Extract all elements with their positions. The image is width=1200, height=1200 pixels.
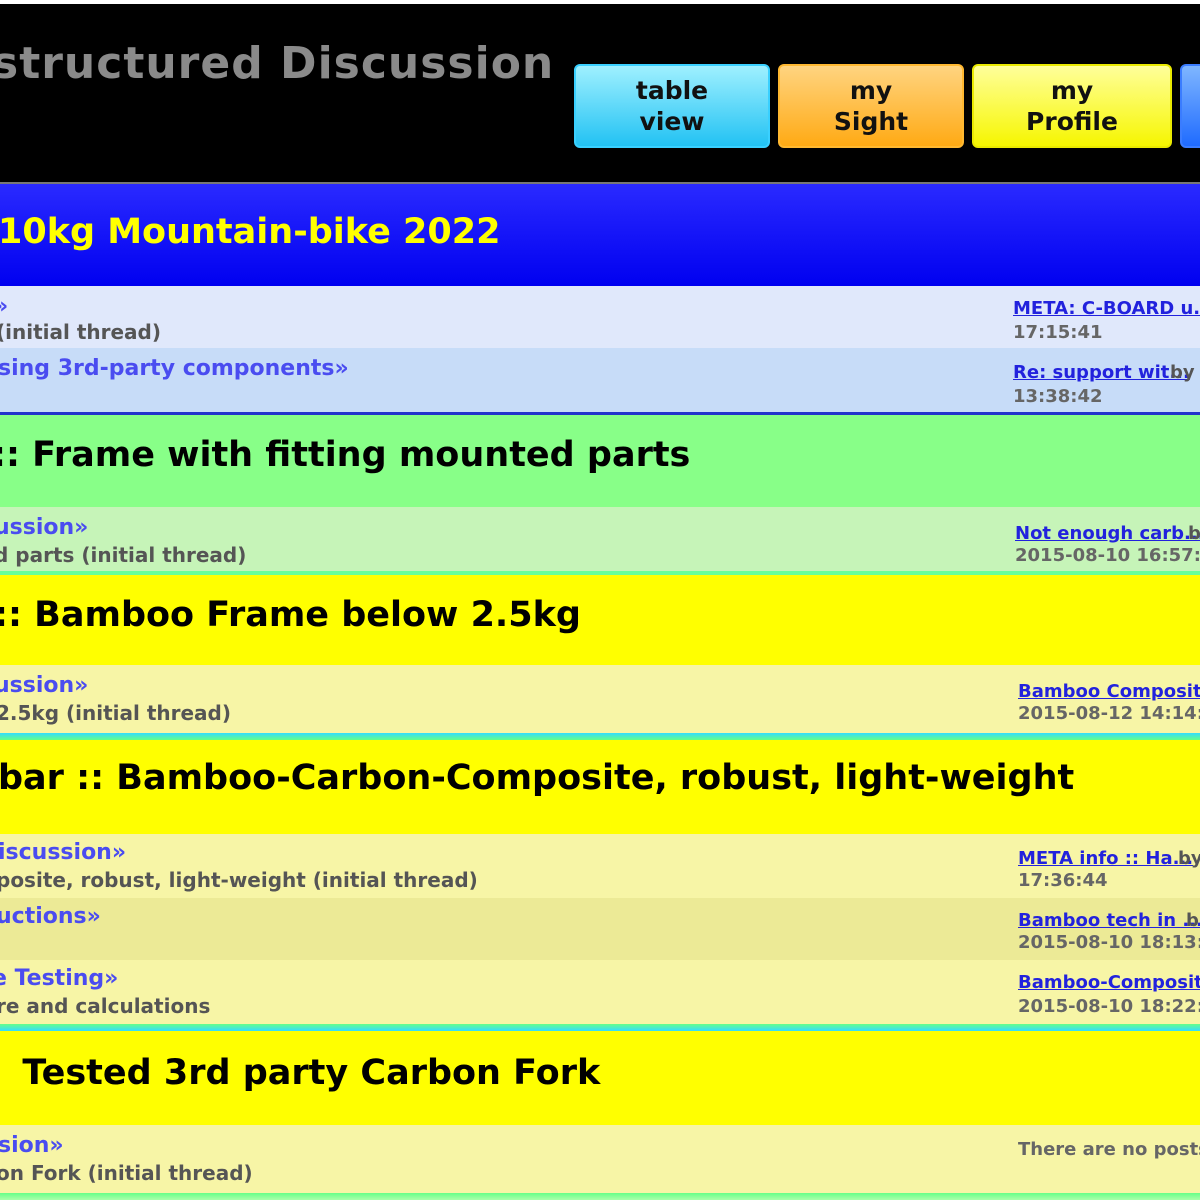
my-sight-button-line1: my <box>849 76 893 105</box>
category-header-bamboo-frame[interactable]: :: Bamboo Frame below 2.5kg <box>0 575 1200 665</box>
last-post-by: by <box>1170 362 1195 383</box>
last-post-time: 2015-08-10 18:22:4 <box>1018 996 1200 1017</box>
last-post-link[interactable]: Bamboo Composit... <box>1018 681 1200 702</box>
last-post-time: 17:36:44 <box>1018 870 1108 891</box>
my-profile-button-line1: my <box>1050 76 1094 105</box>
table-view-button-line2: view <box>639 107 705 136</box>
forum-row[interactable]: ussion» 2.5kg (initial thread) Bamboo Co… <box>0 665 1200 733</box>
category-header-carbon-fork[interactable]: Tested 3rd party Carbon Fork <box>0 1031 1200 1125</box>
category-title: Tested 3rd party Carbon Fork <box>0 1053 601 1093</box>
forum-row[interactable]: sion» on Fork (initial thread) There are… <box>0 1125 1200 1193</box>
last-post-link[interactable]: Not enough carb... <box>1015 523 1200 544</box>
forum-row[interactable]: sing 3rd-party components» Re: support w… <box>0 348 1200 412</box>
last-post-link[interactable]: META info :: Ha... <box>1018 848 1193 869</box>
forum-title-link[interactable]: ussion» <box>0 515 88 540</box>
last-post-link[interactable]: Re: support wit... <box>1013 362 1190 383</box>
forum-row[interactable]: » (initial thread) META: C-BOARD u... 17… <box>0 286 1200 348</box>
last-post-time: 17:15:41 <box>1013 322 1103 343</box>
last-post-by: by <box>1178 848 1200 869</box>
forum-row[interactable]: iscussion» posite, robust, light-weight … <box>0 834 1200 898</box>
forum-title-link[interactable]: ussion» <box>0 673 88 698</box>
category-header-bamboo-carbon-composite[interactable]: bar :: Bamboo-Carbon-Composite, robust, … <box>0 740 1200 834</box>
forum-subtitle: d parts (initial thread) <box>0 543 247 567</box>
my-sight-button-line2: Sight <box>833 107 909 136</box>
my-profile-button[interactable]: my Profile <box>972 64 1172 148</box>
divider <box>0 1193 1200 1200</box>
forum-title-link[interactable]: e Testing» <box>0 966 118 991</box>
page-title: structured Discussion <box>0 38 555 89</box>
forum-title-link[interactable]: sion» <box>0 1133 64 1158</box>
forum-subtitle: 2.5kg (initial thread) <box>0 701 232 725</box>
forum-row[interactable]: ussion» d parts (initial thread) Not eno… <box>0 507 1200 571</box>
forum-title-link[interactable]: » <box>0 294 8 319</box>
forum-row[interactable]: uctions» Bamboo tech in ... b 2015-08-10… <box>0 898 1200 960</box>
last-post-link[interactable]: Bamboo tech in ... <box>1018 910 1200 931</box>
my-profile-button-line2: Profile <box>1026 107 1118 136</box>
last-post-time: 2015-08-12 14:14:1 <box>1018 703 1200 724</box>
table-view-button[interactable]: table view <box>574 64 770 148</box>
forum-title-link[interactable]: uctions» <box>0 904 101 929</box>
table-view-button-line1: table <box>635 76 709 105</box>
last-post-by: b <box>1188 523 1200 544</box>
category-title: 10kg Mountain-bike 2022 <box>0 212 501 252</box>
my-sight-button[interactable]: my Sight <box>778 64 964 148</box>
forum-subtitle: (initial thread) <box>0 320 161 344</box>
forum-title-link[interactable]: iscussion» <box>0 840 126 865</box>
forum-subtitle: re and calculations <box>0 994 211 1018</box>
category-title: bar :: Bamboo-Carbon-Composite, robust, … <box>0 758 1075 798</box>
category-title: :: Frame with fitting mounted parts <box>0 435 691 475</box>
last-post-link[interactable]: Bamboo-Composit... <box>1018 972 1200 993</box>
last-post-time: 2015-08-10 18:13:1 <box>1018 932 1200 953</box>
forum-title-link[interactable]: sing 3rd-party components» <box>0 356 349 381</box>
category-title: :: Bamboo Frame below 2.5kg <box>0 595 581 635</box>
category-header-frame-mounted-parts[interactable]: :: Frame with fitting mounted parts <box>0 415 1200 507</box>
nav-button-partial[interactable] <box>1180 64 1200 148</box>
forum-row[interactable]: e Testing» re and calculations Bamboo-Co… <box>0 960 1200 1024</box>
divider <box>0 733 1200 740</box>
no-posts-notice: There are no posts i <box>1018 1139 1200 1160</box>
last-post-by: b <box>1186 910 1199 931</box>
last-post-time: 2015-08-10 16:57:3 <box>1015 545 1200 566</box>
forum-subtitle: on Fork (initial thread) <box>0 1161 253 1185</box>
last-post-time: 13:38:42 <box>1013 386 1103 407</box>
forum-subtitle: posite, robust, light-weight (initial th… <box>0 868 478 892</box>
last-post-link[interactable]: META: C-BOARD u... <box>1013 298 1200 319</box>
divider <box>0 1024 1200 1031</box>
category-header-mountain-bike[interactable]: 10kg Mountain-bike 2022 <box>0 184 1200 286</box>
